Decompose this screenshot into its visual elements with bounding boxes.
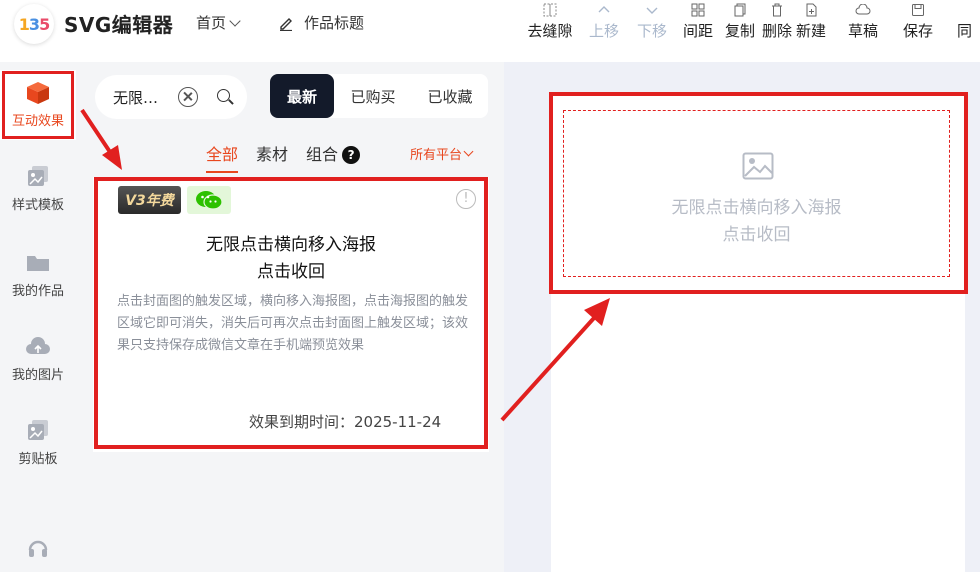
delete-button[interactable]: 删除 — [760, 0, 794, 41]
spacing-label: 间距 — [682, 22, 713, 40]
draft-button[interactable]: 草稿 — [828, 0, 898, 41]
new-button[interactable]: 新建 — [794, 0, 828, 41]
pencil-icon — [280, 17, 292, 31]
new-label: 新建 — [795, 22, 826, 40]
spacing-icon — [690, 0, 706, 20]
rail-label: 我的图片 — [11, 368, 64, 383]
sort-segmented-control: 最新 已购买 已收藏 — [270, 74, 488, 118]
move-up-label: 上移 — [588, 22, 619, 40]
move-down-label: 下移 — [636, 22, 667, 40]
rail-label: 样式模板 — [11, 198, 64, 213]
move-down-button[interactable]: 下移 — [628, 0, 676, 41]
tab-combination[interactable]: 组合? — [306, 141, 361, 165]
tab-all[interactable]: 全部 — [206, 141, 239, 173]
highlight-box-rail — [2, 71, 74, 139]
segment-purchased[interactable]: 已购买 — [334, 74, 412, 118]
work-title-editor[interactable]: 作品标题 — [278, 12, 364, 33]
chevron-down-icon — [463, 146, 474, 157]
sync-label: 同 — [956, 22, 972, 40]
copy-button[interactable]: 复制 — [720, 0, 760, 41]
rail-item-clipboard[interactable]: 剪贴板 — [0, 418, 76, 467]
template-icon — [28, 166, 48, 186]
tab-combination-label: 组合 — [306, 145, 339, 164]
rail-item-style-templates[interactable]: 样式模板 — [0, 164, 76, 213]
app-name: SVG编辑器 — [64, 13, 174, 37]
segment-newest[interactable]: 最新 — [270, 74, 334, 118]
remove-gap-label: 去缝隙 — [527, 22, 573, 40]
highlight-box-card — [94, 177, 488, 449]
rail-label: 剪贴板 — [18, 452, 58, 467]
arrow-down-icon — [644, 0, 660, 20]
segment-favorited[interactable]: 已收藏 — [412, 74, 488, 118]
copy-icon — [732, 0, 748, 20]
sync-button[interactable]: 同 — [938, 0, 972, 41]
rail-item-my-images[interactable]: 我的图片 — [0, 336, 76, 383]
clear-icon[interactable] — [178, 87, 198, 107]
chevron-down-icon — [229, 14, 241, 27]
search-icon[interactable] — [217, 89, 230, 102]
app-logo[interactable]: 135 — [14, 4, 54, 44]
highlight-box-poster — [549, 92, 968, 294]
grid-icon — [542, 0, 558, 20]
cloud-upload-icon — [26, 337, 50, 354]
platform-filter[interactable]: 所有平台 — [410, 144, 474, 163]
top-bar: 135 SVG编辑器 首页 作品标题 去缝隙 上移 下移 间距 复制 删除 新建… — [0, 0, 980, 62]
rail-item-my-works[interactable]: 我的作品 — [0, 252, 76, 299]
move-up-button[interactable]: 上移 — [580, 0, 628, 41]
save-button[interactable]: 保存 — [898, 0, 938, 41]
folder-icon — [27, 256, 49, 271]
clipboard-icon — [28, 420, 48, 440]
home-menu[interactable]: 首页 — [196, 12, 241, 33]
category-tabs: 全部 素材 组合? — [206, 141, 361, 173]
search-input[interactable]: 无限… — [113, 87, 158, 108]
save-icon — [910, 0, 926, 20]
search-box[interactable]: 无限… — [95, 75, 247, 119]
tab-material[interactable]: 素材 — [256, 141, 288, 165]
cloud-icon — [855, 0, 871, 20]
trash-icon — [769, 0, 785, 20]
app-root: 135 SVG编辑器 首页 作品标题 去缝隙 上移 下移 间距 复制 删除 新建… — [0, 0, 980, 572]
draft-label: 草稿 — [847, 22, 878, 40]
arrow-up-icon — [596, 0, 612, 20]
headset-icon — [28, 540, 48, 557]
delete-label: 删除 — [761, 22, 792, 40]
remove-gap-button[interactable]: 去缝隙 — [520, 0, 580, 41]
new-file-icon — [803, 0, 819, 20]
platform-filter-label: 所有平台 — [410, 148, 463, 163]
work-title-text: 作品标题 — [304, 14, 365, 32]
spacing-button[interactable]: 间距 — [676, 0, 720, 41]
toolbar: 去缝隙 上移 下移 间距 复制 删除 新建 草稿 保存 同 — [520, 0, 972, 41]
save-label: 保存 — [902, 22, 933, 40]
home-menu-label: 首页 — [196, 14, 227, 32]
copy-label: 复制 — [724, 22, 755, 40]
sync-icon — [956, 0, 972, 20]
help-icon[interactable]: ? — [342, 146, 361, 164]
rail-label: 我的作品 — [11, 284, 64, 299]
rail-item-support[interactable] — [0, 536, 76, 560]
